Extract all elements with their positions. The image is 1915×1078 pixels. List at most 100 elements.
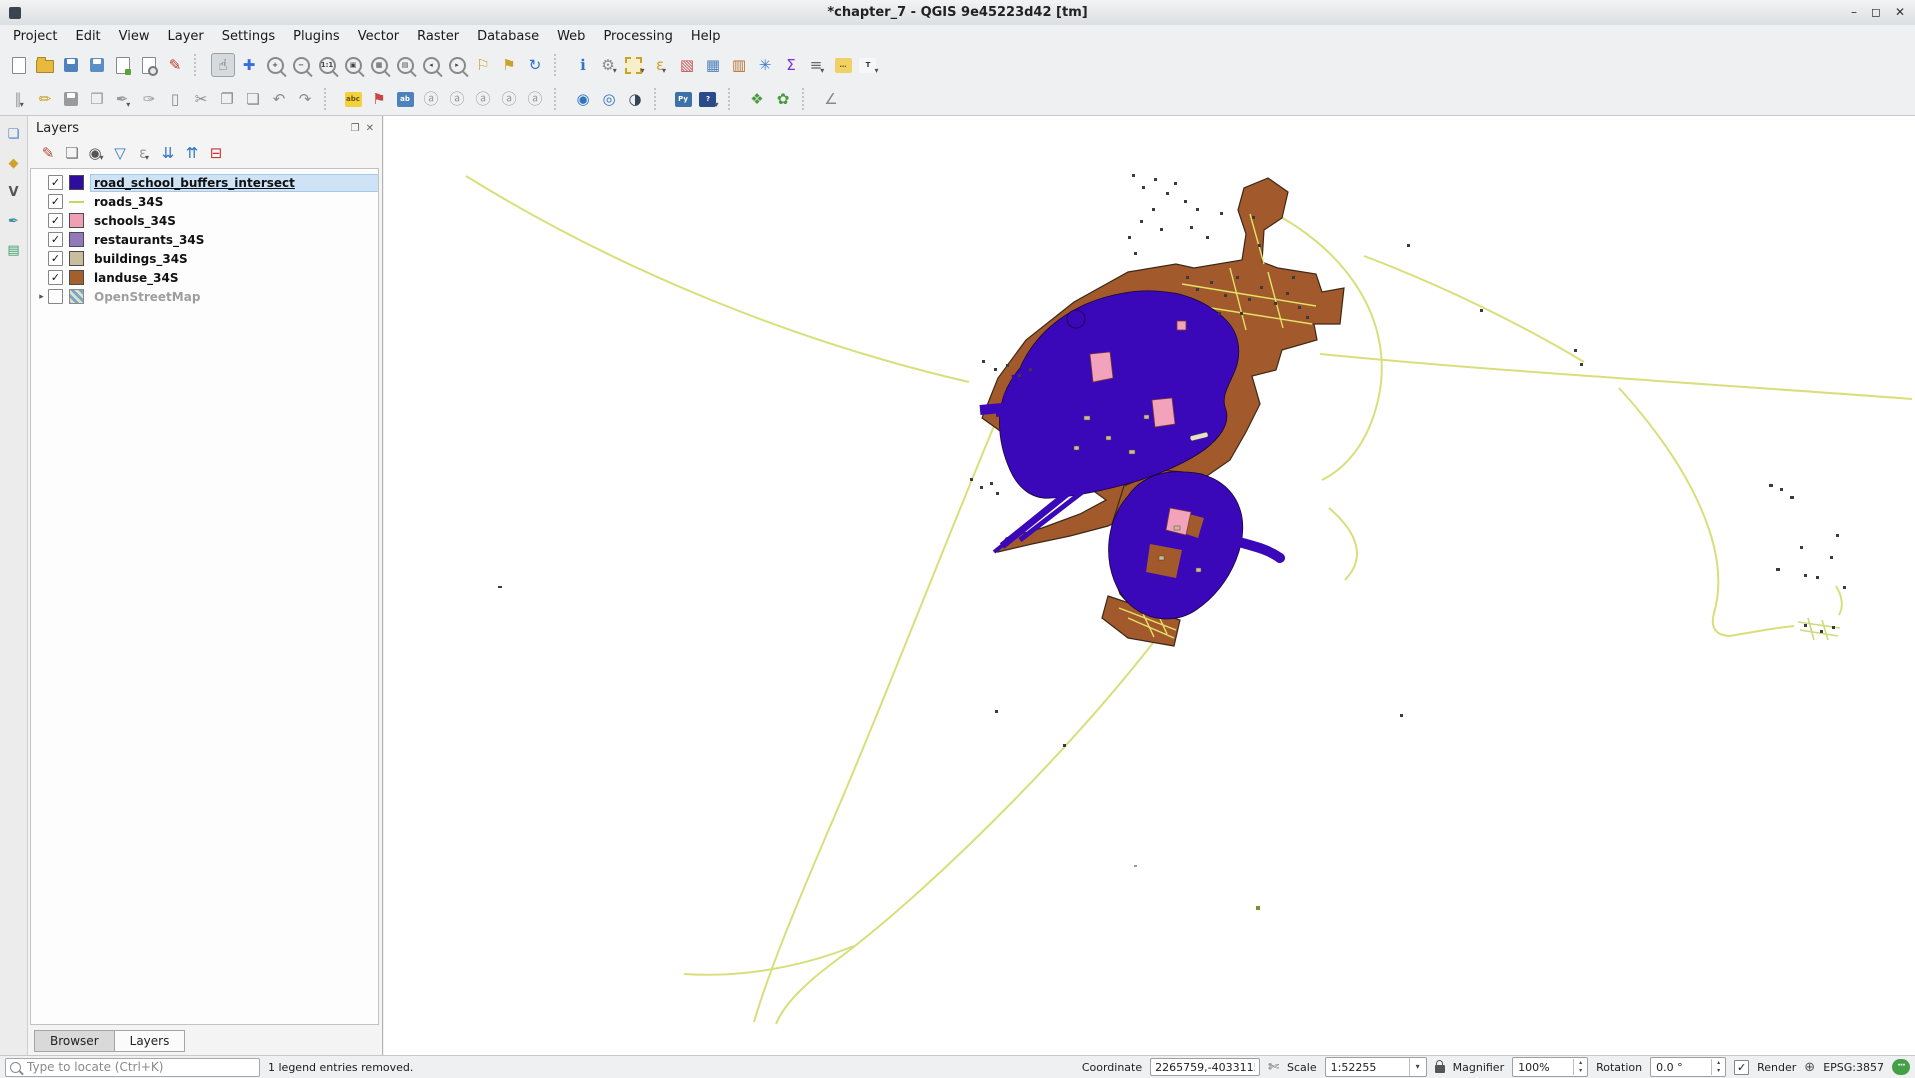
zoom-in-icon[interactable]: + xyxy=(263,53,287,77)
undo-icon[interactable]: ↶ xyxy=(267,87,291,111)
crs-globe-icon[interactable]: ⊕ xyxy=(1804,1061,1815,1074)
remove-layer-icon[interactable]: ⊟ xyxy=(205,142,227,164)
current-edits-icon[interactable]: ∥▾ xyxy=(7,87,31,111)
layer-visibility-checkbox[interactable] xyxy=(48,289,63,304)
render-checkbox[interactable]: ✓ xyxy=(1734,1060,1749,1075)
layer-row[interactable]: ✓ road_school_buffers_intersect xyxy=(31,173,378,192)
measure-line-icon[interactable]: ≡▾ xyxy=(805,53,829,77)
style-manager-icon[interactable]: ✎ xyxy=(163,53,187,77)
zoom-native-icon[interactable]: 1:1 xyxy=(315,53,339,77)
metasearch-icon[interactable]: ◑ xyxy=(623,87,647,111)
layer-name[interactable]: road_school_buffers_intersect xyxy=(91,175,378,191)
deselect-features-icon[interactable]: ▧ xyxy=(675,53,699,77)
text-annotation-icon[interactable]: T▾ xyxy=(857,53,881,77)
layer-swatch[interactable] xyxy=(69,289,84,304)
python-console-icon[interactable]: Py xyxy=(671,87,695,111)
layer-visibility-checkbox[interactable]: ✓ xyxy=(48,251,63,266)
panel-tab-layers[interactable]: Layers xyxy=(114,1030,186,1052)
layer-visibility-checkbox[interactable]: ✓ xyxy=(48,194,63,209)
layer-visibility-checkbox[interactable]: ✓ xyxy=(48,270,63,285)
new-spatial-bookmark-icon[interactable]: ⚐ xyxy=(471,53,495,77)
close-button[interactable]: ✕ xyxy=(1895,0,1905,25)
save-layer-edits-icon[interactable] xyxy=(59,87,83,111)
menu-layer[interactable]: Layer xyxy=(159,25,213,48)
crs-label[interactable]: EPSG:3857 xyxy=(1823,1061,1884,1074)
zoom-to-layer-icon[interactable]: ▤ xyxy=(393,53,417,77)
show-layout-manager-icon[interactable] xyxy=(137,53,161,77)
magnifier-spinner[interactable]: 100% ▴▾ xyxy=(1512,1057,1588,1077)
add-group-icon[interactable]: ❏ xyxy=(61,142,83,164)
layer-row[interactable]: ▸ OpenStreetMap xyxy=(31,287,378,306)
zoom-next-icon[interactable]: ▸ xyxy=(445,53,469,77)
layer-name[interactable]: OpenStreetMap xyxy=(91,289,203,305)
processing-toolbox-icon[interactable]: ✳ xyxy=(753,53,777,77)
zoom-out-icon[interactable]: − xyxy=(289,53,313,77)
layer-name[interactable]: landuse_34S xyxy=(91,270,182,286)
minimize-button[interactable]: – xyxy=(1851,0,1857,25)
browser-dock-icon[interactable]: ◆ xyxy=(4,153,24,173)
add-wfs-service-icon[interactable]: ◎ xyxy=(597,87,621,111)
layer-swatch[interactable] xyxy=(69,251,84,266)
pan-map-icon[interactable]: ☝ xyxy=(211,53,235,77)
close-panel-icon[interactable]: ✕ xyxy=(366,123,374,134)
zoom-last-icon[interactable]: ◂ xyxy=(419,53,443,77)
locate-input[interactable] xyxy=(25,1059,255,1075)
menu-settings[interactable]: Settings xyxy=(213,25,284,48)
layer-name[interactable]: schools_34S xyxy=(91,213,179,229)
paste-features-icon[interactable]: ❏ xyxy=(241,87,265,111)
scale-combo[interactable]: 1:52255 ▾ xyxy=(1325,1057,1427,1077)
move-label-icon[interactable]: ⓐ xyxy=(471,87,495,111)
save-project-as-icon[interactable] xyxy=(85,53,109,77)
layer-name[interactable]: buildings_34S xyxy=(91,251,191,267)
layer-row[interactable]: ✓restaurants_34S xyxy=(31,230,378,249)
layer-styling-dock-icon[interactable]: ❏ xyxy=(4,124,24,144)
rotation-spinner[interactable]: 0.0 ° ▴▾ xyxy=(1650,1057,1726,1077)
save-project-icon[interactable] xyxy=(59,53,83,77)
menu-plugins[interactable]: Plugins xyxy=(284,25,349,48)
collapse-all-icon[interactable]: ⇈ xyxy=(181,142,203,164)
layer-swatch[interactable] xyxy=(69,194,84,209)
menu-help[interactable]: Help xyxy=(682,25,730,48)
new-project-icon[interactable] xyxy=(7,53,31,77)
redo-icon[interactable]: ↷ xyxy=(293,87,317,111)
zoom-full-icon[interactable]: ▣ xyxy=(341,53,365,77)
expander-icon[interactable]: ▸ xyxy=(35,292,48,302)
add-record-icon[interactable]: ❒ xyxy=(85,87,109,111)
spinner-arrows[interactable]: ▴▾ xyxy=(1711,1059,1725,1075)
vertex-editor-dock-icon[interactable]: V xyxy=(4,182,24,202)
vertex-tool-icon[interactable]: ✒▾ xyxy=(111,87,135,111)
layer-name[interactable]: restaurants_34S xyxy=(91,232,207,248)
coordinate-input[interactable] xyxy=(1150,1058,1260,1076)
layer-row[interactable]: ✓roads_34S xyxy=(31,192,378,211)
select-features-icon[interactable]: ▾ xyxy=(623,53,647,77)
layer-row[interactable]: ✓ landuse_34S xyxy=(31,268,378,287)
layer-visibility-checkbox[interactable]: ✓ xyxy=(48,175,63,190)
menu-database[interactable]: Database xyxy=(468,25,548,48)
log-messages-icon[interactable]: ··· xyxy=(1892,1059,1910,1075)
menu-project[interactable]: Project xyxy=(4,25,66,48)
map-tips-icon[interactable]: … xyxy=(831,53,855,77)
filter-by-expression-icon[interactable]: ε▾ xyxy=(133,142,155,164)
elevation-profile-icon[interactable]: ∠ xyxy=(819,87,843,111)
open-layer-styling-icon[interactable]: ✎ xyxy=(37,142,59,164)
copy-features-icon[interactable]: ❐ xyxy=(215,87,239,111)
scale-lock-icon[interactable] xyxy=(1435,1065,1445,1073)
menu-view[interactable]: View xyxy=(110,25,159,48)
manage-map-themes-icon[interactable]: ◉▾ xyxy=(85,142,107,164)
show-statistical-summary-icon[interactable]: Σ xyxy=(779,53,803,77)
cut-features-icon[interactable]: ✂ xyxy=(189,87,213,111)
toggle-editing-icon[interactable]: ✏ xyxy=(33,87,57,111)
annotation-dock-icon[interactable]: ✒ xyxy=(4,211,24,231)
help-contents-icon[interactable]: ?▾ xyxy=(697,87,721,111)
pan-to-selection-icon[interactable]: ✚ xyxy=(237,53,261,77)
undock-panel-icon[interactable]: ❐ xyxy=(351,123,360,134)
delete-selected-icon[interactable]: ▯ xyxy=(163,87,187,111)
layer-swatch[interactable] xyxy=(69,175,84,190)
modify-attributes-icon[interactable]: ✑ xyxy=(137,87,161,111)
open-project-icon[interactable] xyxy=(33,53,57,77)
menu-processing[interactable]: Processing xyxy=(594,25,681,48)
refresh-map-icon[interactable]: ↻ xyxy=(523,53,547,77)
layer-labeling-icon[interactable]: abc xyxy=(341,87,365,111)
add-wms-service-icon[interactable]: ◉ xyxy=(571,87,595,111)
spinner-arrows[interactable]: ▴▾ xyxy=(1573,1059,1587,1075)
